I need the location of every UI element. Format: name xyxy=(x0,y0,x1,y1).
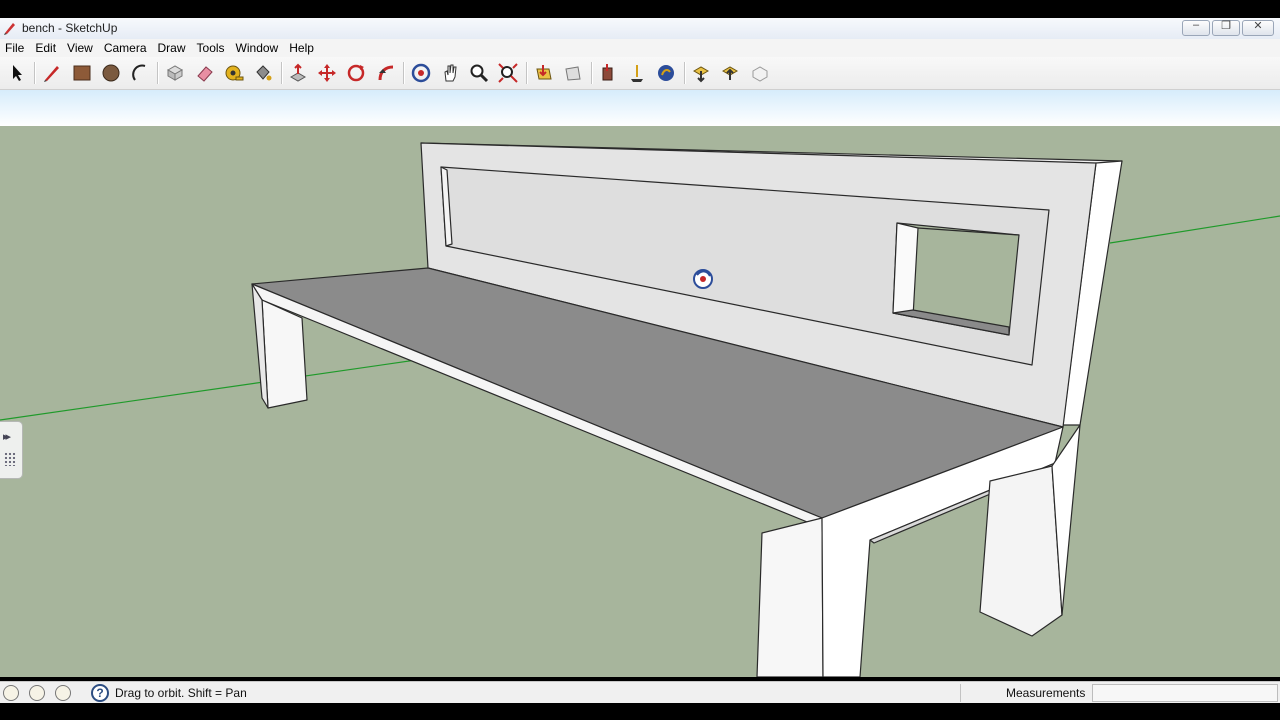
credits-icon[interactable] xyxy=(29,685,45,701)
help-icon[interactable]: ? xyxy=(91,684,109,702)
menu-camera[interactable]: Camera xyxy=(99,41,153,55)
toolbar-separator xyxy=(684,62,685,84)
position-camera-icon[interactable] xyxy=(625,61,649,85)
select-tool-icon[interactable] xyxy=(5,61,29,85)
sketchup-app-icon xyxy=(4,23,15,35)
screen-bottom-edge xyxy=(0,703,1280,720)
pan-tool-icon[interactable] xyxy=(438,61,462,85)
measurements-input[interactable] xyxy=(1092,684,1278,702)
preview-google-earth-icon[interactable] xyxy=(718,61,742,85)
right-leg-front xyxy=(756,517,824,677)
menu-draw[interactable]: Draw xyxy=(153,41,192,55)
menu-edit[interactable]: Edit xyxy=(30,41,62,55)
bench-scene xyxy=(0,90,1280,677)
tape-measure-icon[interactable] xyxy=(222,61,246,85)
close-button[interactable]: ✕ xyxy=(1242,20,1274,36)
menu-tools[interactable]: Tools xyxy=(192,41,231,55)
menu-file[interactable]: File xyxy=(0,41,30,55)
line-tool-icon[interactable] xyxy=(40,61,64,85)
geo-location-icon[interactable] xyxy=(3,685,19,701)
title-bar: bench - SketchUp – ❐ ✕ xyxy=(0,18,1280,40)
toolbar-separator xyxy=(403,62,404,84)
user-icon[interactable] xyxy=(55,685,71,701)
window-side xyxy=(892,222,919,318)
expand-arrows-icon: ▸▸ xyxy=(3,431,11,443)
rectangle-tool-icon[interactable] xyxy=(70,61,94,85)
arc-tool-icon[interactable] xyxy=(128,61,152,85)
toolbar-separator xyxy=(281,62,282,84)
zoom-extents-icon[interactable] xyxy=(496,61,520,85)
minimize-icon: – xyxy=(1192,19,1200,31)
screen-top-edge xyxy=(0,0,1280,18)
zoom-tool-icon[interactable] xyxy=(467,61,491,85)
toolbar-separator xyxy=(526,62,527,84)
paint-bucket-icon[interactable] xyxy=(251,61,275,85)
collapsed-tray-tab[interactable]: ▸▸ xyxy=(0,421,23,479)
toolbar-separator xyxy=(157,62,158,84)
maximize-button[interactable]: ❐ xyxy=(1212,20,1240,36)
status-bar: ? Drag to orbit. Shift = Pan Measurement… xyxy=(0,681,1280,704)
minimize-button[interactable]: – xyxy=(1182,19,1210,36)
orbit-cursor xyxy=(693,269,713,289)
status-hint: Drag to orbit. Shift = Pan xyxy=(115,686,247,700)
sky xyxy=(0,90,1280,126)
menu-view[interactable]: View xyxy=(62,41,99,55)
share-model-icon[interactable] xyxy=(561,61,585,85)
rotate-tool-icon[interactable] xyxy=(344,61,368,85)
get-current-view-icon[interactable] xyxy=(748,61,772,85)
eraser-tool-icon[interactable] xyxy=(193,61,217,85)
circle-tool-icon[interactable] xyxy=(99,61,123,85)
make-component-icon[interactable] xyxy=(163,61,187,85)
walk-tool-icon[interactable] xyxy=(654,61,678,85)
push-pull-icon[interactable] xyxy=(286,61,310,85)
window-title: bench - SketchUp xyxy=(22,21,118,35)
menu-bar: File Edit View Camera Draw Tools Window … xyxy=(0,39,1280,57)
close-icon: ✕ xyxy=(1253,20,1263,32)
share-component-icon[interactable] xyxy=(596,61,620,85)
toolbar-separator xyxy=(591,62,592,84)
orbit-tool-icon[interactable] xyxy=(409,61,433,85)
status-divider xyxy=(960,684,961,702)
move-tool-icon[interactable] xyxy=(315,61,339,85)
get-models-icon[interactable] xyxy=(532,61,556,85)
measurements-label: Measurements xyxy=(1006,686,1086,700)
back-leg-front xyxy=(979,465,1063,637)
menu-help[interactable]: Help xyxy=(284,41,320,55)
menu-window[interactable]: Window xyxy=(231,41,285,55)
maximize-icon: ❐ xyxy=(1221,20,1231,32)
follow-me-icon[interactable] xyxy=(374,61,398,85)
toolbar-separator xyxy=(34,62,35,84)
look-around-icon[interactable] xyxy=(689,61,713,85)
main-toolbar xyxy=(0,57,1280,90)
grip-icon xyxy=(4,452,16,466)
model-viewport[interactable]: ▸▸ xyxy=(0,90,1280,677)
